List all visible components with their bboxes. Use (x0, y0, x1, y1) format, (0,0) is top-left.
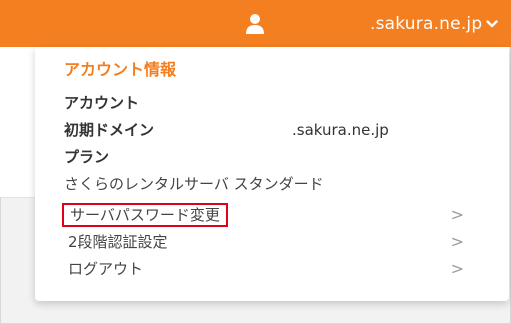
chevron-right-icon: > (450, 232, 464, 251)
menu-item-two-factor-auth[interactable]: 2段階認証設定 > (58, 230, 470, 254)
plan-value: さくらのレンタルサーバ スタンダード (64, 175, 324, 193)
menu-item-change-server-password[interactable]: サーバパスワード変更 > (58, 203, 470, 227)
menu-item-label: ログアウト (68, 260, 144, 278)
menu-item-label: サーバパスワード変更 (62, 203, 228, 227)
initial-domain-label: 初期ドメイン (64, 121, 155, 139)
account-label: アカウント (64, 94, 140, 112)
account-domain-dropdown[interactable]: .sakura.ne.jp (370, 12, 499, 36)
account-dropdown-panel: アカウント情報 アカウント 初期ドメイン .sakura.ne.jp プラン さ… (35, 47, 509, 301)
chevron-down-icon (486, 20, 499, 28)
background-content-edge (0, 47, 35, 198)
top-header-bar: .sakura.ne.jp (0, 0, 511, 47)
user-icon[interactable] (245, 13, 265, 35)
chevron-right-icon: > (450, 205, 464, 224)
plan-label: プラン (64, 148, 110, 166)
account-domain-label: .sakura.ne.jp (370, 14, 483, 34)
initial-domain-value: .sakura.ne.jp (292, 121, 389, 139)
chevron-right-icon: > (450, 259, 464, 278)
menu-item-logout[interactable]: ログアウト > (58, 257, 470, 281)
panel-title: アカウント情報 (64, 60, 177, 79)
menu-item-label: 2段階認証設定 (68, 233, 168, 251)
